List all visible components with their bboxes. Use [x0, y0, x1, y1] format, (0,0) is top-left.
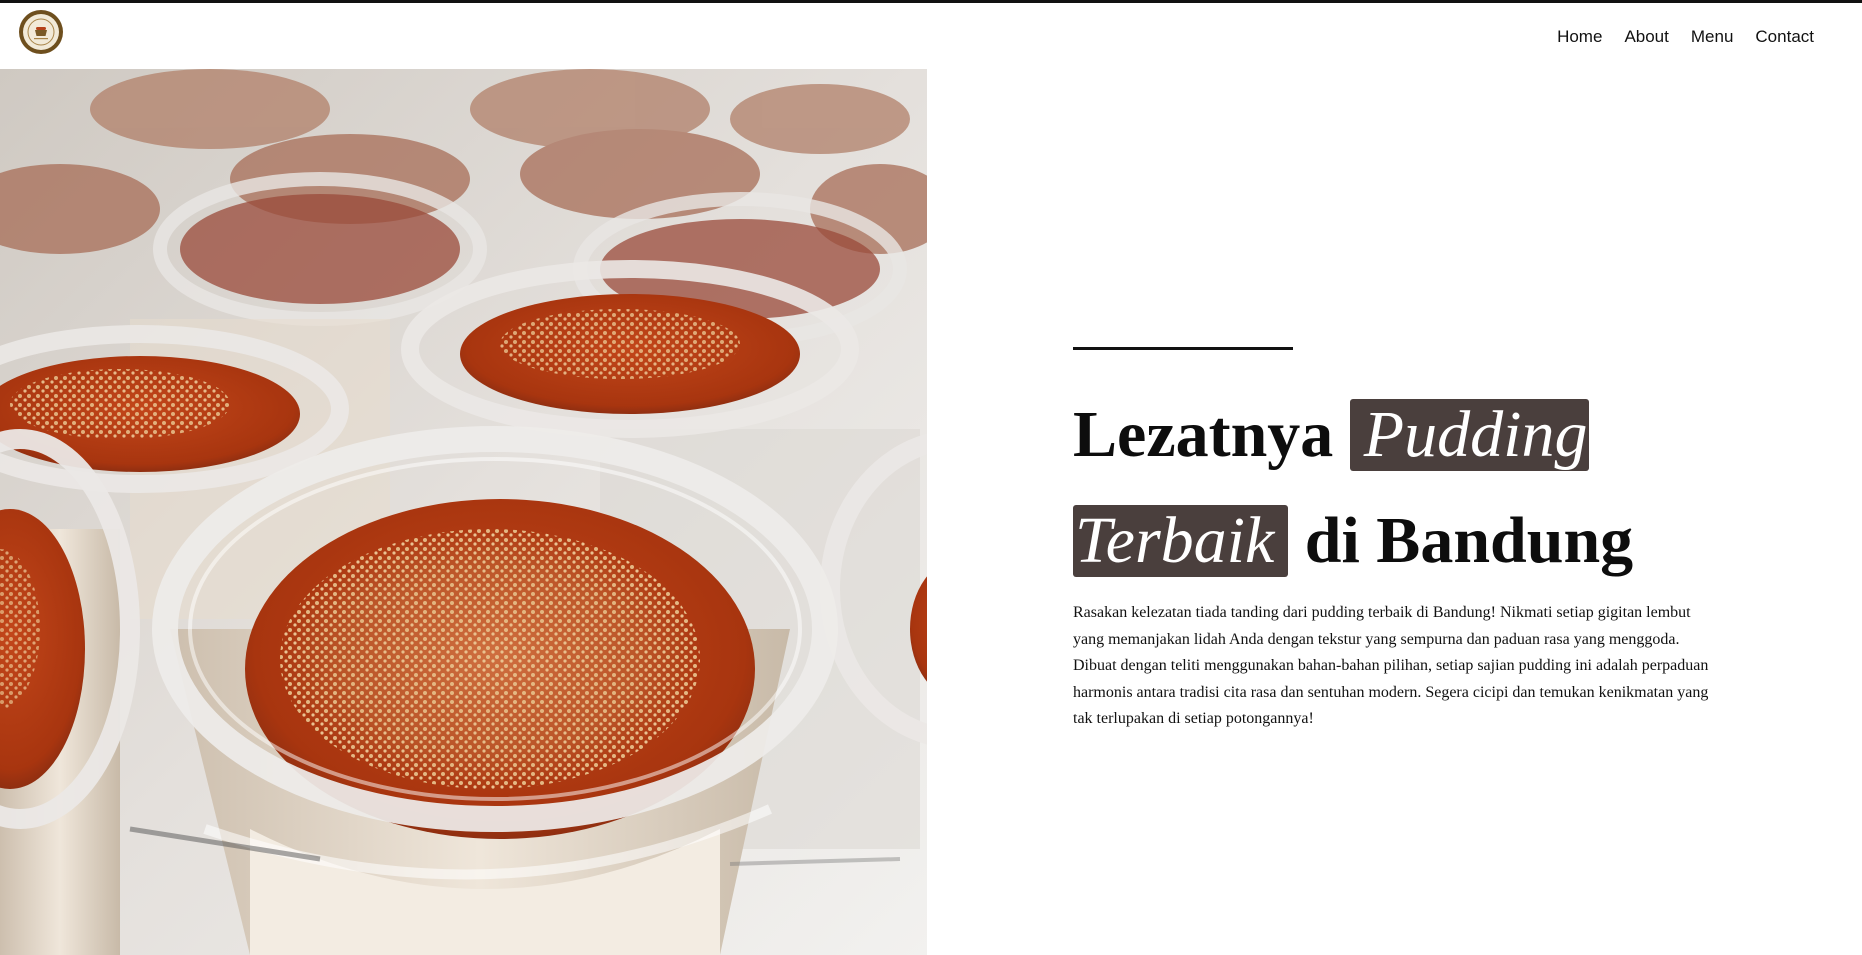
title-rule: [1073, 347, 1293, 350]
nav-about[interactable]: About: [1624, 27, 1668, 47]
hero-image: [0, 69, 927, 955]
nav-menu[interactable]: Menu: [1691, 27, 1734, 47]
site-header: Home About Menu Contact: [0, 3, 1862, 69]
nav-home[interactable]: Home: [1557, 27, 1602, 47]
nav-contact[interactable]: Contact: [1755, 27, 1814, 47]
hero-description: Rasakan kelezatan tiada tanding dari pud…: [1073, 604, 1709, 727]
title-part2: di Bandung: [1304, 504, 1634, 577]
title-highlight-pudding: Pudding: [1349, 399, 1590, 471]
title-highlight-terbaik: Terbaik: [1073, 505, 1289, 577]
logo-emblem-icon: [23, 14, 59, 50]
hero-title: Lezatnya Pudding Terbaik di Bandung: [1073, 382, 1753, 594]
title-part1: Lezatnya: [1073, 398, 1334, 471]
brand-logo[interactable]: [19, 10, 63, 54]
main-nav: Home About Menu Contact: [1535, 27, 1814, 47]
hero-text-block: Lezatnya Pudding Terbaik di Bandung Rasa…: [1073, 347, 1753, 733]
